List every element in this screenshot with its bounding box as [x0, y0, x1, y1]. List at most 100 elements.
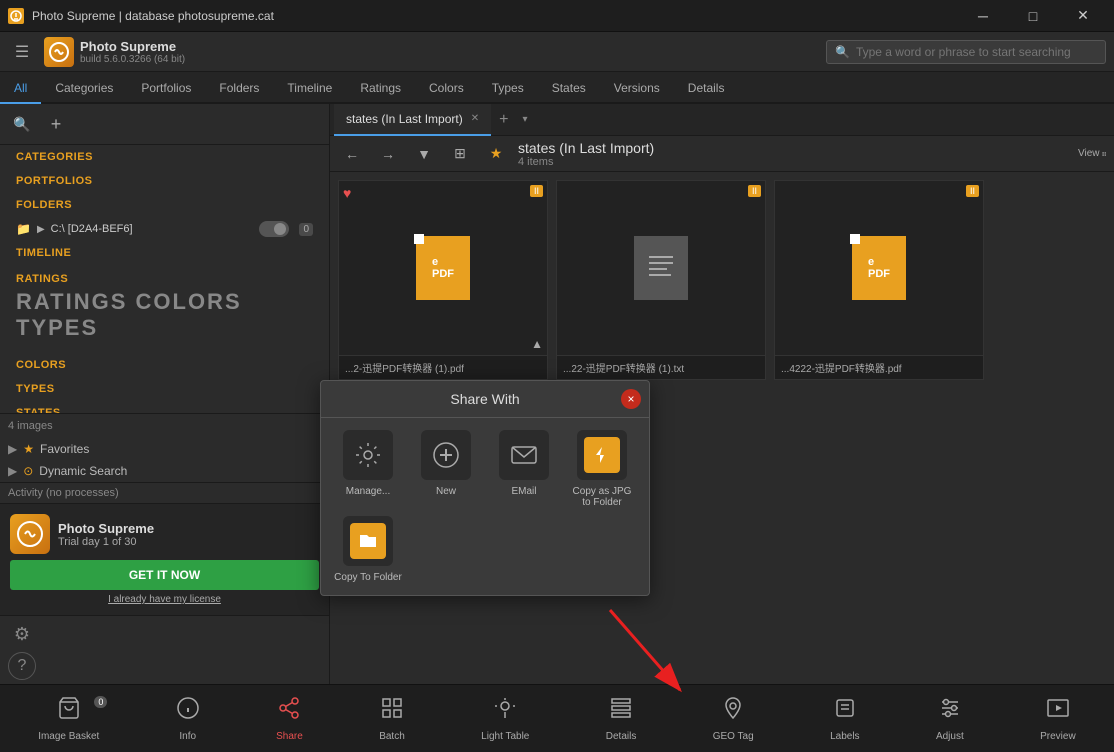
geo-icon: [721, 696, 745, 727]
sidebar-item-colors[interactable]: COLORS: [0, 353, 329, 377]
share-item-copy-folder[interactable]: Copy To Folder: [333, 516, 403, 583]
share-item-copy-jpg[interactable]: Copy as JPG to Folder: [567, 430, 637, 508]
dynamic-search-icon: ⊙: [23, 464, 33, 478]
pdf-thumbnail: ePDF: [852, 236, 906, 300]
close-button[interactable]: ✕: [1060, 0, 1106, 32]
sidebar-navigation: CATEGORIES PORTFOLIOS FOLDERS 📁 ▶ C:\ [D…: [0, 145, 329, 413]
gallery-badge: II: [748, 185, 761, 197]
adjust-button[interactable]: Adjust: [920, 696, 980, 742]
already-have-license-link[interactable]: I already have my license: [10, 594, 319, 605]
navtab-timeline[interactable]: Timeline: [273, 74, 346, 104]
sidebar-item-ratings[interactable]: RATINGS: [16, 273, 313, 285]
tab-dropdown-button[interactable]: ▾: [516, 114, 533, 125]
copy-folder-icon: [343, 516, 393, 566]
navtab-colors[interactable]: Colors: [415, 74, 478, 104]
minimize-button[interactable]: ─: [960, 0, 1006, 32]
light-table-button[interactable]: Light Table: [465, 696, 545, 742]
sidebar-search-button[interactable]: 🔍: [8, 110, 36, 138]
gallery-image-area: ePDF: [775, 181, 983, 355]
get-it-now-button[interactable]: GET IT NOW: [10, 560, 319, 590]
gallery-item[interactable]: ♥ ePDF ▲ II ...2-迅提PDF转换器 (1).pdf: [338, 180, 548, 380]
basket-label: Image Basket: [38, 731, 99, 742]
navtab-portfolios[interactable]: Portfolios: [127, 74, 205, 104]
promo-app-name: Photo Supreme: [58, 521, 154, 536]
tab-close-icon[interactable]: ✕: [471, 113, 479, 124]
share-button[interactable]: Share: [260, 696, 319, 742]
sidebar-item-states[interactable]: STATES: [0, 401, 329, 413]
sidebar-item-categories[interactable]: CATEGORIES: [0, 145, 329, 169]
navtab-all[interactable]: All: [0, 74, 41, 104]
sidebar-add-button[interactable]: +: [42, 110, 70, 138]
view-icon: View: [1078, 148, 1100, 159]
copy-jpg-label: Copy as JPG to Folder: [567, 486, 637, 508]
batch-button[interactable]: Batch: [363, 696, 421, 742]
settings-icon[interactable]: ⚙: [8, 620, 36, 648]
gallery-item[interactable]: II ...22-迅提PDF转换器 (1).txt: [556, 180, 766, 380]
adjust-label: Adjust: [936, 731, 964, 742]
app-name: Photo Supreme: [80, 39, 185, 54]
sidebar-item-portfolios[interactable]: PORTFOLIOS: [0, 169, 329, 193]
sidebar-favorites[interactable]: ▶ ★ Favorites: [0, 438, 329, 460]
folder-count: 0: [299, 223, 313, 236]
details-label: Details: [606, 731, 637, 742]
hamburger-menu[interactable]: ☰: [8, 38, 36, 66]
details-button[interactable]: Details: [590, 696, 653, 742]
navtab-ratings[interactable]: Ratings: [346, 74, 415, 104]
navtab-categories[interactable]: Categories: [41, 74, 127, 104]
navtab-versions[interactable]: Versions: [600, 74, 674, 104]
info-button[interactable]: Info: [160, 696, 216, 742]
sidebar-item-types[interactable]: TYPES: [0, 377, 329, 401]
preview-button[interactable]: Preview: [1024, 696, 1092, 742]
tabs-bar: states (In Last Import) ✕ + ▾: [330, 104, 1114, 136]
view-button[interactable]: View: [1078, 140, 1106, 168]
image-count: 4 images: [0, 413, 329, 438]
share-dialog-close[interactable]: ×: [621, 389, 641, 409]
tab-states-import[interactable]: states (In Last Import) ✕: [334, 104, 491, 136]
share-item-manage[interactable]: Manage...: [333, 430, 403, 508]
maximize-button[interactable]: □: [1010, 0, 1056, 32]
tab-add-button[interactable]: +: [491, 111, 516, 129]
help-icon[interactable]: ?: [8, 652, 36, 680]
upload-icon: ▲: [531, 337, 543, 351]
info-icon: [176, 696, 200, 727]
gallery-image-area: ePDF: [339, 181, 547, 355]
sidebar-big-labels: RATINGS COLORS TYPES: [16, 285, 313, 345]
share-dialog: Share With × Manage... New: [320, 380, 650, 596]
navtab-details[interactable]: Details: [674, 74, 739, 104]
preview-icon: [1046, 696, 1070, 727]
sidebar-item-folders[interactable]: FOLDERS: [0, 193, 329, 217]
back-button[interactable]: ←: [338, 140, 366, 168]
email-icon: [499, 430, 549, 480]
share-item-email[interactable]: EMail: [489, 430, 559, 508]
navtab-states[interactable]: States: [538, 74, 600, 104]
star-filter-button[interactable]: ★: [482, 140, 510, 168]
nav-tabs: All Categories Portfolios Folders Timeli…: [0, 72, 1114, 104]
labels-button[interactable]: Labels: [814, 696, 875, 742]
sidebar-item-timeline[interactable]: TIMELINE: [0, 241, 329, 265]
navtab-types[interactable]: Types: [478, 74, 538, 104]
share-item-new[interactable]: New: [411, 430, 481, 508]
search-bar[interactable]: 🔍: [826, 40, 1106, 64]
gallery-image-area: [557, 181, 765, 355]
gallery-title: states (In Last Import): [518, 140, 1070, 156]
big-label-colors: COLORS: [136, 289, 242, 314]
preview-label: Preview: [1040, 731, 1076, 742]
tab-label: states (In Last Import): [346, 112, 463, 126]
sidebar-dynamic-search[interactable]: ▶ ⊙ Dynamic Search: [0, 460, 329, 482]
forward-button[interactable]: →: [374, 140, 402, 168]
gallery-item[interactable]: ePDF II ...4222-迅提PDF转换器.pdf: [774, 180, 984, 380]
folder-toggle[interactable]: [259, 221, 289, 237]
search-input[interactable]: [856, 45, 1097, 59]
gallery-item-name: ...22-迅提PDF转换器 (1).txt: [557, 355, 765, 379]
navtab-folders[interactable]: Folders: [205, 74, 273, 104]
filter-button[interactable]: ▼: [410, 140, 438, 168]
manage-icon: [343, 430, 393, 480]
dynamic-search-expand-icon: ▶: [8, 464, 17, 478]
layers-button[interactable]: ⊞: [446, 140, 474, 168]
image-basket-button[interactable]: 0 Image Basket: [22, 696, 115, 742]
copy-jpg-icon: [577, 430, 627, 480]
geo-tag-button[interactable]: GEO Tag: [697, 696, 770, 742]
details-icon: [609, 696, 633, 727]
search-icon: 🔍: [835, 45, 850, 59]
window-title: Photo Supreme | database photosupreme.ca…: [32, 9, 952, 23]
